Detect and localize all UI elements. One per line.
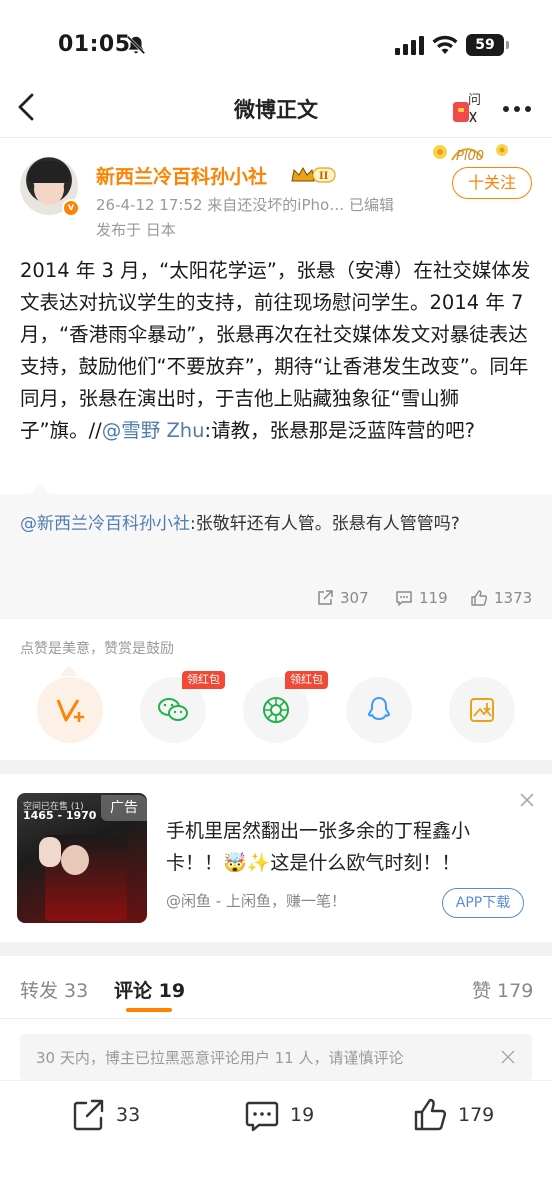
share-icon: [73, 1099, 104, 1131]
author-name[interactable]: 新西兰冷百科孙小社: [96, 162, 267, 189]
repost-button[interactable]: 33: [70, 1097, 140, 1133]
battery-indicator: 59: [466, 34, 509, 56]
ad-text[interactable]: 手机里居然翻出一张多余的丁程鑫小卡！！🤯✨这是什么欧气时刻！！: [166, 815, 526, 879]
post-location: 发布于 日本: [96, 221, 176, 239]
tab-comments[interactable]: 评论 19: [114, 976, 185, 1003]
section-gap: [0, 760, 552, 774]
active-tab-indicator: [126, 1008, 172, 1012]
qq-icon: [368, 697, 390, 720]
ad-photo-face: [61, 845, 89, 875]
moments-icon: [263, 697, 289, 723]
retweet-comments: 119: [419, 589, 448, 607]
selected-caret: [60, 666, 78, 676]
section-gap: [0, 942, 552, 956]
thumbs-up-icon: [414, 1098, 447, 1131]
crown-level-badge: II: [291, 166, 336, 183]
comment-button[interactable]: 19: [244, 1097, 314, 1133]
retweet-text: :张敬轩还有人管。张悬有人管管吗?: [190, 514, 460, 534]
like-count: 179: [458, 1104, 495, 1126]
save-image-button[interactable]: [449, 677, 515, 743]
ask-question-icon[interactable]: 问: [450, 90, 484, 126]
like-button[interactable]: 179: [412, 1097, 494, 1133]
repost-icon: [318, 590, 333, 605]
vplus-button[interactable]: [37, 677, 103, 743]
divider: [0, 1018, 552, 1019]
comment-icon: [396, 591, 412, 606]
bottom-action-bar: 33 19 179: [0, 1080, 552, 1200]
repost-count: 33: [116, 1104, 141, 1126]
comment-notice: 30 天内，博主已拉黑恶意评论用户 11 人，请谨慎评论: [20, 1034, 532, 1080]
save-image-icon: [470, 698, 494, 722]
notice-text: 30 天内，博主已拉黑恶意评论用户 11 人，请谨慎评论: [36, 1049, 404, 1067]
close-icon[interactable]: [518, 791, 536, 809]
qq-share-button[interactable]: [346, 677, 412, 743]
retweet-caret: [30, 484, 50, 494]
svg-text:问: 问: [468, 93, 481, 108]
repost-separator: //: [88, 419, 102, 442]
comment-count: 19: [290, 1104, 315, 1126]
status-bar: 01:05 59: [0, 0, 552, 90]
vplus-icon: [56, 699, 84, 722]
more-options-icon[interactable]: [502, 105, 532, 113]
wechat-icon: [158, 698, 188, 721]
post-meta: 26-4-12 17:52 来自还没坏的iPho… 已编辑: [96, 196, 394, 214]
hongbao-tag: 领红包: [285, 671, 328, 689]
divider: [0, 618, 552, 619]
retweet-repost-count[interactable]: 307: [316, 587, 369, 609]
comment-icon: [245, 1101, 279, 1132]
svg-text:Pl00: Pl00: [456, 149, 484, 164]
status-time: 01:05: [58, 32, 131, 57]
retweet-comment-count[interactable]: 119: [395, 587, 448, 609]
ad-source: @闲鱼 - 上闲鱼，赚一笔！: [166, 892, 346, 910]
tab-likes[interactable]: 赞 179: [472, 976, 533, 1003]
ad-label: 广告: [101, 795, 147, 821]
reward-hint: 点赞是美意，赞赏是鼓励: [20, 641, 174, 657]
ad-photo-hand: [39, 837, 61, 867]
post-text: 2014 年 3 月，“太阳花学运”，张悬（安溥）在社交媒体发文表达对抗议学生的…: [20, 259, 531, 442]
nav-bar: 微博正文 问: [0, 80, 552, 138]
verified-badge: v: [62, 199, 80, 217]
post-body: 2014 年 3 月，“太阳花学运”，张悬（安溥）在社交媒体发文表达对抗议学生的…: [20, 255, 536, 447]
mention-link[interactable]: @雪野 Zhu: [102, 419, 205, 442]
thumbs-up-icon: [471, 590, 488, 606]
mention-text: :请教，张悬那是泛蓝阵营的吧?: [204, 419, 475, 442]
hongbao-tag: 领红包: [182, 671, 225, 689]
tab-reposts[interactable]: 转发 33: [20, 976, 88, 1003]
retweet-body: @新西兰冷百科孙小社:张敬轩还有人管。张悬有人管管吗?: [20, 510, 536, 539]
share-row: 领红包 领红包: [0, 671, 552, 747]
close-icon[interactable]: [500, 1049, 516, 1065]
wifi-icon: [432, 35, 458, 54]
retweet-likes: 1373: [494, 589, 533, 607]
ad-image-number: 1465 - 1970: [23, 809, 97, 822]
retweet-like-count[interactable]: 1373: [470, 587, 532, 609]
follow-button[interactable]: 十关注: [452, 167, 532, 199]
level-text: II: [319, 171, 329, 182]
bell-off-icon: [126, 35, 146, 55]
retweet-reposts: 307: [340, 589, 369, 607]
app-download-button[interactable]: APP下载: [442, 888, 524, 918]
avatar-hair: [28, 161, 70, 183]
signal-icon: [395, 36, 424, 55]
retweet-author-mention[interactable]: @新西兰冷百科孙小社: [20, 514, 190, 534]
